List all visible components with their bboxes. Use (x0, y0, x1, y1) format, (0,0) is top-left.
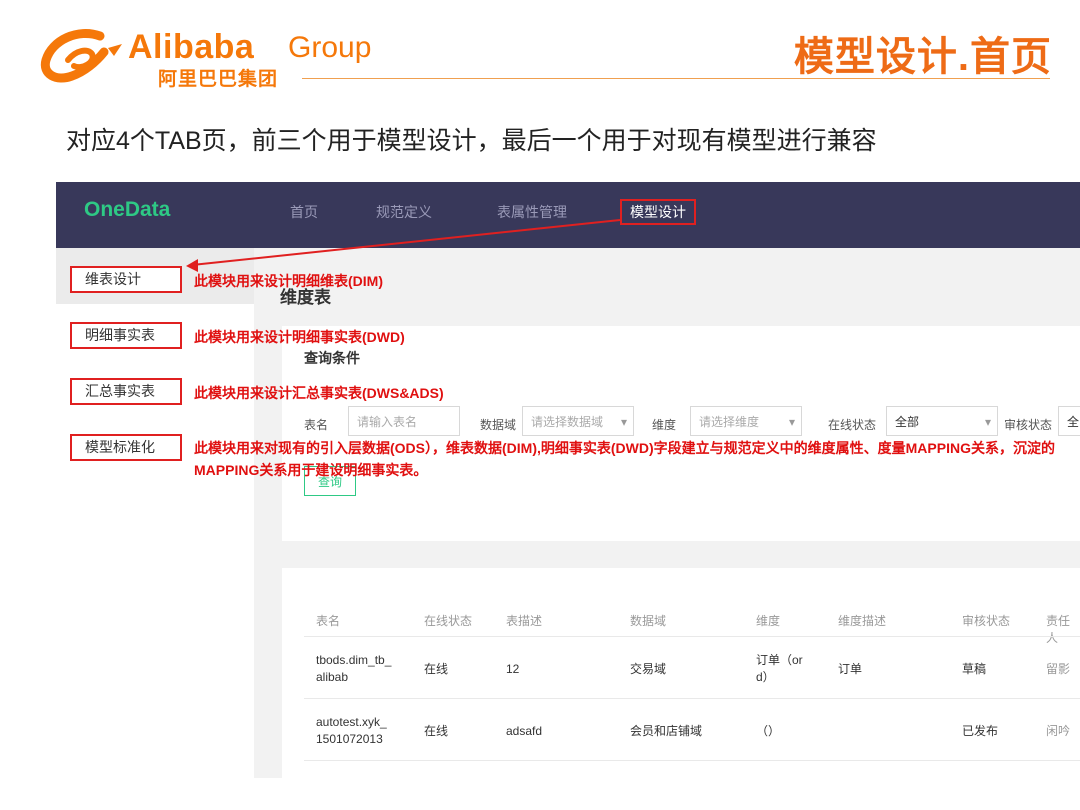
column-header: 数据域 (630, 614, 667, 628)
table-cell: 订单 (838, 662, 863, 676)
online-status-value: 全部 (895, 415, 920, 429)
column-header: 维度 (756, 614, 781, 628)
results-table: 表名 在线状态 表描述 数据域 维度 维度描述 审核状态 责任人 tbods.d… (282, 568, 1080, 778)
domain-label: 数据域 (480, 418, 517, 432)
brand-name-en: Alibaba (128, 28, 255, 66)
column-header: 审核状态 (962, 614, 1011, 628)
table-cell: 会员和店铺域 (630, 724, 703, 738)
table-name-label: 表名 (304, 418, 329, 432)
table-cell[interactable]: autotest.xyk_ 1501072013 (316, 714, 387, 748)
dimension-label: 维度 (652, 418, 677, 432)
annotation-dws: 此模块用来设计汇总事实表(DWS&ADS) (194, 385, 444, 401)
table-cell: 12 (506, 662, 520, 676)
column-header: 维度描述 (838, 614, 887, 628)
audit-status-label: 审核状态 (1004, 418, 1053, 432)
annotation-standardize: 此模块用来对现有的引入层数据(ODS），维表数据(DIM),明细事实表(DWD)… (194, 440, 1055, 478)
chevron-down-icon: ▾ (788, 415, 795, 429)
app-window: OneData 首页 规范定义 表属性管理 模型设计 维度表 查询条件 表名 请… (56, 182, 1080, 778)
domain-select[interactable]: 请选择数据域 ▾ (522, 406, 634, 436)
column-header: 责任人 (1046, 614, 1071, 645)
online-status-select[interactable]: 全部 ▾ (886, 406, 998, 436)
brand-group: Group (288, 31, 372, 64)
table-name-input[interactable]: 请输入表名 (348, 406, 460, 436)
slide-subtitle: 对应4个TAB页，前三个用于模型设计，最后一个用于对现有模型进行兼容 (66, 127, 877, 155)
dimension-select[interactable]: 请选择维度 ▾ (690, 406, 802, 436)
table-cell: 订单（or d） (756, 653, 803, 684)
sidebar-item-standardize[interactable]: 模型标准化 (70, 434, 182, 461)
chevron-down-icon: ▾ (620, 415, 627, 429)
sidebar-item-dwd[interactable]: 明细事实表 (70, 322, 182, 349)
column-header: 表名 (316, 614, 341, 628)
table-cell: 留影 (1046, 662, 1071, 676)
table-cell: 已发布 (962, 724, 999, 738)
domain-placeholder: 请选择数据域 (531, 415, 604, 429)
online-status-label: 在线状态 (828, 418, 877, 432)
table-cell: 闲吟 (1046, 724, 1071, 738)
column-header: 表描述 (506, 614, 543, 628)
alibaba-logo-swoosh-icon (40, 29, 122, 83)
audit-status-select[interactable]: 全 (1058, 406, 1080, 436)
dimension-placeholder: 请选择维度 (699, 415, 760, 429)
annotation-arrow-icon (186, 219, 621, 272)
table-cell: 在线 (424, 662, 449, 676)
brand-name-cn: 阿里巴巴集团 (158, 69, 279, 90)
query-panel: 查询条件 表名 请输入表名 数据域 请选择数据域 ▾ 维度 请选择维度 ▾ 在线… (282, 326, 1080, 541)
table-cell: 草稿 (962, 662, 987, 676)
table-cell: 交易域 (630, 662, 667, 676)
table-cell: （） (756, 724, 781, 738)
annotation-dwd: 此模块用来设计明细事实表(DWD) (194, 329, 405, 345)
table-cell: adsafd (506, 724, 543, 738)
row-divider (304, 636, 1080, 637)
column-header: 在线状态 (424, 614, 473, 628)
sidebar-item-dws[interactable]: 汇总事实表 (70, 378, 182, 405)
chevron-down-icon: ▾ (984, 415, 991, 429)
query-title: 查询条件 (304, 350, 360, 366)
table-cell: 在线 (424, 724, 449, 738)
row-divider (304, 760, 1080, 761)
slide-title: 模型设计.首页 (793, 35, 1052, 79)
table-cell[interactable]: tbods.dim_tb_ alibab (316, 652, 391, 686)
row-divider (304, 698, 1080, 699)
